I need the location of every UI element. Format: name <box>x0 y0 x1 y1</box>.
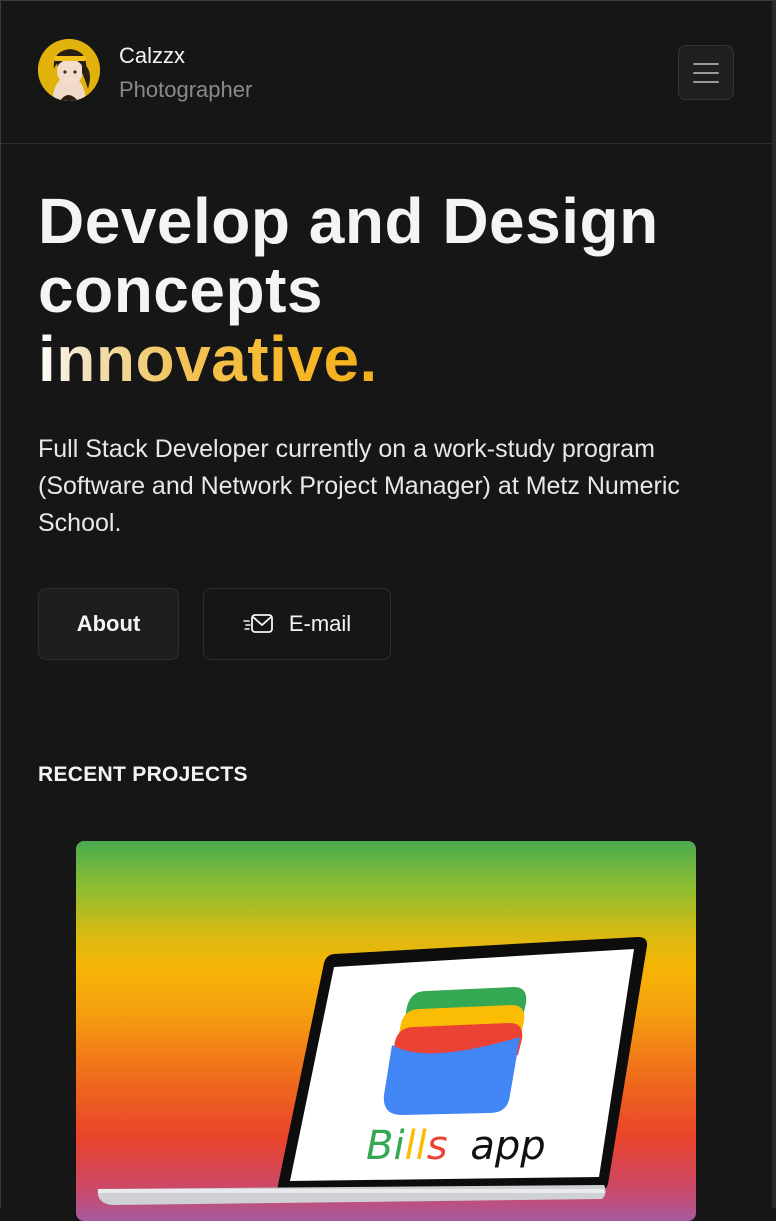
project-card[interactable]: Bills app <box>76 841 696 1221</box>
project-title-part4: app <box>470 1123 545 1169</box>
project-title-part2: ll <box>405 1123 427 1169</box>
brand-name: Calzzx <box>119 43 186 68</box>
hero-title-accent: innovative. <box>38 323 378 395</box>
hero-subtitle: Full Stack Developer currently on a work… <box>38 435 680 537</box>
page-frame: Calzzx Photographer Develop and Design c… <box>0 0 776 1221</box>
hamburger-icon-line <box>693 80 719 83</box>
hamburger-icon-line <box>693 71 719 74</box>
project-title-part1: Bi <box>366 1123 405 1169</box>
mail-icon <box>243 614 273 633</box>
avatar-illustration <box>38 39 100 101</box>
avatar[interactable] <box>38 39 100 101</box>
project-title: Bills app <box>366 1123 546 1169</box>
hero-title-line1: Develop and Design <box>38 185 659 257</box>
menu-button[interactable] <box>678 45 734 100</box>
brand-role: Photographer <box>119 77 253 102</box>
hero-title-line2: concepts <box>38 254 323 326</box>
about-button[interactable]: About <box>38 588 179 660</box>
project-title-part3: s <box>427 1123 448 1169</box>
email-button[interactable]: E-mail <box>203 588 391 660</box>
hero-title: Develop and Design concepts innovative. <box>38 187 738 394</box>
laptop-illustration: Bills app <box>97 937 648 1205</box>
section-title-recent-projects: RECENT PROJECTS <box>38 763 248 786</box>
site-header: Calzzx Photographer <box>1 1 773 144</box>
hamburger-icon-line <box>693 62 719 65</box>
email-button-label: E-mail <box>288 611 352 636</box>
